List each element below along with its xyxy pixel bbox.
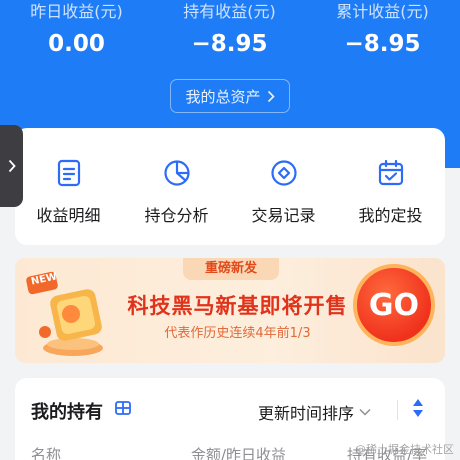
calendar-check-icon	[378, 159, 403, 186]
total-earnings[interactable]: 累计收益(元) −8.95	[306, 0, 459, 58]
divider	[397, 400, 398, 420]
banner-title: 科技黑马新基即将开售	[127, 294, 348, 318]
menu-trade-records-label: 交易记录	[251, 206, 316, 225]
menu-my-auto-invest-label: 我的定投	[358, 206, 423, 225]
menu-trade-records[interactable]: 交易记录	[230, 158, 337, 226]
holdings-title: 我的持有	[31, 402, 103, 423]
quick-menu-card: 收益明细 持仓分析 交易记录 我的定投	[15, 128, 445, 245]
diamond-record-icon	[270, 160, 297, 186]
menu-earnings-detail-label: 收益明细	[36, 206, 101, 225]
total-earnings-value: −8.95	[344, 31, 421, 57]
menu-position-analysis[interactable]: 持仓分析	[123, 158, 230, 226]
new-fund-banner[interactable]: NEW 重磅新发 科技黑马新基即将开售 代表作历史连续4年前1/3 GO	[15, 258, 445, 363]
menu-earnings-detail[interactable]: 收益明细	[15, 158, 122, 226]
go-button[interactable]: GO	[353, 264, 435, 346]
chevron-right-icon	[267, 90, 275, 102]
yesterday-earnings[interactable]: 昨日收益(元) 0.00	[0, 0, 153, 58]
total-assets-button[interactable]: 我的总资产	[170, 79, 290, 113]
document-list-icon	[57, 159, 80, 187]
banner-subtitle: 代表作历史连续4年前1/3	[164, 326, 311, 341]
sort-label: 更新时间排序	[258, 404, 355, 423]
side-drawer-handle[interactable]	[0, 125, 23, 207]
holding-earnings-value: −8.95	[191, 31, 268, 57]
column-header-name: 名称	[31, 446, 62, 460]
holding-earnings-label: 持有收益(元)	[183, 2, 276, 21]
sort-dropdown[interactable]: 更新时间排序	[258, 400, 371, 424]
yesterday-earnings-label: 昨日收益(元)	[30, 2, 123, 21]
total-earnings-label: 累计收益(元)	[336, 2, 429, 21]
total-assets-label: 我的总资产	[185, 87, 261, 106]
holding-earnings[interactable]: 持有收益(元) −8.95	[153, 0, 306, 58]
banner-tag: 重磅新发	[183, 258, 279, 280]
pie-chart-icon	[163, 160, 190, 186]
yesterday-earnings-value: 0.00	[48, 31, 105, 57]
chevron-right-icon	[8, 159, 16, 173]
menu-position-analysis-label: 持仓分析	[144, 206, 209, 225]
watermark: @稀土掘金技术社区	[355, 443, 454, 456]
grid-view-icon[interactable]	[115, 401, 131, 415]
menu-my-auto-invest[interactable]: 我的定投	[337, 158, 444, 226]
sort-order-icon[interactable]	[412, 397, 424, 419]
column-header-amount: 金额/昨日收益	[191, 446, 287, 460]
chevron-down-icon	[359, 408, 371, 416]
